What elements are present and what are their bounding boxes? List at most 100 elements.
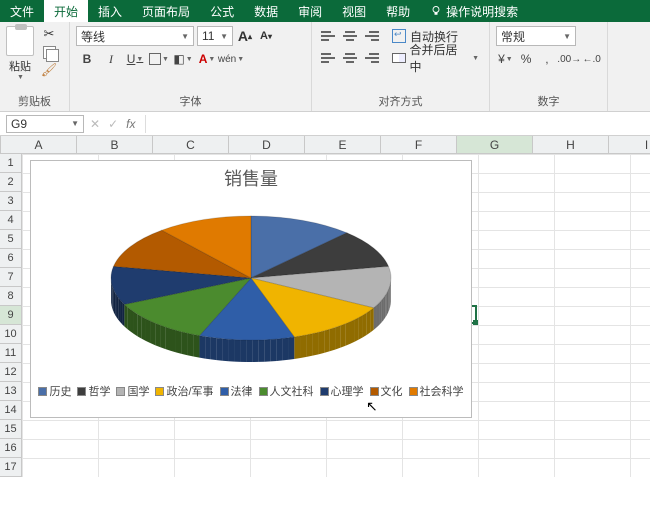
chart-title[interactable]: 销售量	[31, 161, 471, 191]
name-box[interactable]: G9 ▼	[6, 115, 84, 133]
percent-button[interactable]: %	[517, 49, 536, 69]
legend-label: 国学	[127, 383, 149, 399]
cut-button[interactable]: ✂	[40, 26, 58, 42]
format-painter-button[interactable]: 🖌	[40, 62, 58, 78]
col-header-C[interactable]: C	[153, 136, 229, 153]
chevron-down-icon: ▼	[216, 32, 228, 41]
decrease-font-button[interactable]: A▾	[257, 26, 275, 46]
row-header-6[interactable]: 6	[0, 249, 21, 268]
legend-label: 人文社科	[270, 383, 314, 399]
chart-plot-area[interactable]	[31, 191, 471, 381]
chart-legend[interactable]: 历史 哲学 国学政治/军事 法律 人文社科心理学文化 社会科学	[31, 381, 471, 401]
font-name-combo[interactable]: 等线▼	[76, 26, 194, 46]
chevron-down-icon: ▼	[559, 32, 571, 41]
merge-center-button[interactable]: 合并后居中 ▼	[388, 48, 483, 68]
fx-button[interactable]: fx	[126, 117, 135, 131]
paste-button[interactable]: 粘贴 ▼	[6, 26, 34, 81]
col-header-I[interactable]: I	[609, 136, 650, 153]
name-box-value: G9	[11, 117, 27, 131]
align-right-button[interactable]	[362, 48, 382, 68]
font-size-combo[interactable]: 11▼	[197, 26, 233, 46]
tab-data[interactable]: 数据	[244, 0, 288, 22]
row-header-12[interactable]: 12	[0, 363, 21, 382]
legend-item[interactable]: 政治/军事	[155, 383, 213, 399]
tab-file[interactable]: 文件	[0, 0, 44, 22]
legend-swatch	[77, 387, 86, 396]
row-header-8[interactable]: 8	[0, 287, 21, 306]
underline-button[interactable]: U▼	[124, 49, 146, 69]
legend-item[interactable]: 法律	[220, 383, 253, 399]
align-middle-button[interactable]	[340, 26, 360, 46]
legend-item[interactable]: 国学	[116, 383, 149, 399]
col-header-E[interactable]: E	[305, 136, 381, 153]
row-headers: 1234567891011121314151617	[0, 154, 22, 477]
legend-item[interactable]: 哲学	[77, 383, 110, 399]
row-header-4[interactable]: 4	[0, 211, 21, 230]
align-bottom-button[interactable]	[362, 26, 382, 46]
row-header-5[interactable]: 5	[0, 230, 21, 249]
increase-decimal-button[interactable]: .00→	[558, 49, 580, 69]
row-header-9[interactable]: 9	[0, 306, 21, 325]
font-color-icon: A	[199, 52, 208, 66]
tell-me-search[interactable]: 操作说明搜索	[420, 0, 528, 22]
font-size-value: 11	[202, 29, 214, 43]
accept-icon[interactable]: ✓	[108, 117, 118, 131]
align-left-button[interactable]	[318, 48, 338, 68]
cells-area[interactable]: 销售量 历史哲学国学政治/军事法律人文社科心理学文化社会科学 ↖	[22, 154, 650, 477]
increase-font-button[interactable]: A▴	[236, 26, 254, 46]
phonetic-button[interactable]: wén▼	[220, 49, 242, 69]
row-header-7[interactable]: 7	[0, 268, 21, 287]
legend-swatch	[116, 387, 125, 396]
legend-item[interactable]: 社会科学	[409, 383, 464, 399]
row-header-10[interactable]: 10	[0, 325, 21, 344]
legend-label: 法律	[231, 383, 253, 399]
row-header-1[interactable]: 1	[0, 154, 21, 173]
row-header-2[interactable]: 2	[0, 173, 21, 192]
accounting-format-button[interactable]: ¥▼	[496, 49, 515, 69]
bold-button[interactable]: B	[76, 49, 98, 69]
row-header-15[interactable]: 15	[0, 420, 21, 439]
col-header-D[interactable]: D	[229, 136, 305, 153]
chevron-down-icon: ▼	[17, 74, 24, 81]
tab-review[interactable]: 审阅	[288, 0, 332, 22]
col-header-G[interactable]: G	[457, 136, 533, 153]
fill-color-button[interactable]: ◧▼	[172, 49, 194, 69]
row-header-11[interactable]: 11	[0, 344, 21, 363]
row-header-3[interactable]: 3	[0, 192, 21, 211]
col-header-B[interactable]: B	[77, 136, 153, 153]
row-header-16[interactable]: 16	[0, 439, 21, 458]
legend-item[interactable]: 历史	[38, 383, 71, 399]
tab-formulas[interactable]: 公式	[200, 0, 244, 22]
legend-label: 哲学	[88, 383, 110, 399]
row-header-14[interactable]: 14	[0, 401, 21, 420]
embedded-chart[interactable]: 销售量 历史哲学国学政治/军事法律人文社科心理学文化社会科学 ↖	[30, 160, 472, 418]
italic-button[interactable]: I	[100, 49, 122, 69]
row-header-13[interactable]: 13	[0, 382, 21, 401]
decrease-decimal-button[interactable]: ←.0	[582, 49, 601, 69]
legend-label: 社会科学	[420, 383, 464, 399]
row-header-17[interactable]: 17	[0, 458, 21, 477]
tab-insert[interactable]: 插入	[88, 0, 132, 22]
comma-button[interactable]: ,	[538, 49, 557, 69]
tab-page-layout[interactable]: 页面布局	[132, 0, 200, 22]
formula-input[interactable]	[145, 115, 644, 133]
cancel-icon[interactable]: ✕	[90, 117, 100, 131]
col-header-A[interactable]: A	[1, 136, 77, 153]
tab-view[interactable]: 视图	[332, 0, 376, 22]
decrease-decimal-icon: ←.0	[582, 54, 600, 65]
legend-item[interactable]: 人文社科	[259, 383, 314, 399]
font-color-button[interactable]: A▼	[196, 49, 218, 69]
tab-home[interactable]: 开始	[44, 0, 88, 22]
tab-help[interactable]: 帮助	[376, 0, 420, 22]
align-top-button[interactable]	[318, 26, 338, 46]
legend-item[interactable]: 文化	[370, 383, 403, 399]
borders-button[interactable]: ▼	[148, 49, 170, 69]
align-center-button[interactable]	[340, 48, 360, 68]
merge-center-label: 合并后居中	[410, 41, 468, 75]
legend-item[interactable]: 心理学	[320, 383, 364, 399]
copy-button[interactable]	[40, 44, 58, 60]
col-header-H[interactable]: H	[533, 136, 609, 153]
col-header-F[interactable]: F	[381, 136, 457, 153]
number-format-combo[interactable]: 常规▼	[496, 26, 576, 46]
increase-font-icon: A	[238, 28, 248, 44]
